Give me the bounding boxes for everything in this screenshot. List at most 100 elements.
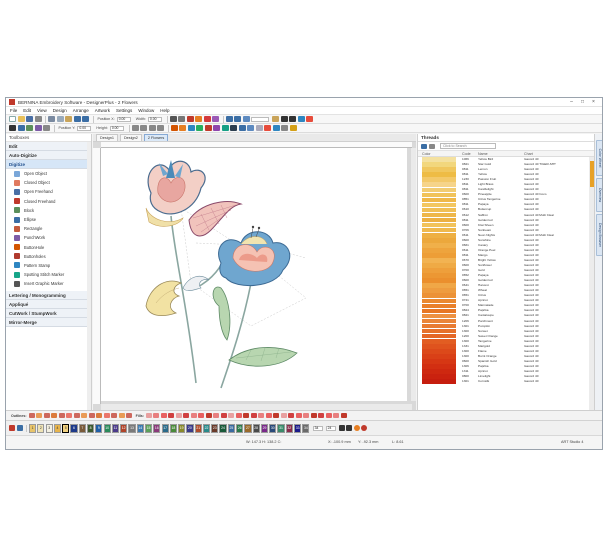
close-button[interactable]: × (588, 99, 599, 105)
palette-color-4[interactable]: 4 (53, 423, 62, 433)
redo-icon[interactable] (82, 116, 89, 122)
menu-artwork[interactable]: Artwork (95, 108, 110, 113)
color-wheel-icon[interactable] (353, 425, 360, 431)
section-edit[interactable]: Edit (6, 142, 91, 151)
remove-color-icon[interactable] (346, 425, 353, 431)
tab-design1[interactable]: Design1 (96, 134, 118, 141)
fill-type-icon[interactable] (273, 413, 280, 418)
palette-color-31[interactable]: 31 (277, 423, 285, 433)
palette-color-13[interactable]: 13 (128, 423, 136, 433)
outline-type-icon[interactable] (73, 413, 80, 418)
design-canvas[interactable] (101, 148, 407, 401)
fill-type-icon[interactable] (145, 413, 152, 418)
palette-icon[interactable] (306, 116, 314, 122)
reshape-icon[interactable] (17, 125, 25, 131)
palette-color-25[interactable]: 25 (227, 423, 235, 433)
section-digitize[interactable]: Digitize (6, 160, 91, 169)
palette-color-11[interactable]: 11 (111, 423, 119, 433)
palette-color-28[interactable]: 28 (252, 423, 260, 433)
align-center-icon[interactable] (140, 125, 148, 131)
view-3d-icon[interactable] (272, 125, 280, 131)
tab-design-browser[interactable]: Design Browser (596, 214, 602, 256)
toolbox-scrollbar[interactable] (87, 142, 91, 411)
open-folder-icon[interactable] (17, 116, 25, 122)
fill-type-icon[interactable] (153, 413, 160, 418)
position-y-field[interactable]: 0.00 (77, 125, 92, 131)
eyedropper-icon[interactable] (9, 425, 15, 431)
col-chart[interactable]: Chart (522, 152, 572, 156)
menu-help[interactable]: Help (160, 108, 169, 113)
color-film-icon[interactable] (195, 116, 203, 122)
fill-type-icon[interactable] (288, 413, 295, 418)
hide-icon[interactable] (281, 125, 289, 131)
palette-color-1[interactable]: 1 (29, 423, 37, 433)
fill-type-icon[interactable] (318, 413, 325, 418)
minimize-button[interactable]: – (566, 99, 577, 105)
section-applique[interactable]: Appliqué (6, 300, 91, 310)
fill-type-icon[interactable] (235, 413, 242, 418)
section-mirror-merge[interactable]: Mirror-Merge (6, 318, 91, 328)
tab-design2[interactable]: Design2 (119, 134, 142, 141)
menu-design[interactable]: Design (53, 108, 67, 113)
pick-color-icon[interactable] (16, 425, 23, 431)
fill-type-icon[interactable] (160, 413, 167, 418)
fill-type-icon[interactable] (175, 413, 182, 418)
palette-color-30[interactable]: 30 (269, 423, 277, 433)
tool-block[interactable]: Block (6, 206, 91, 215)
fill-type-icon[interactable] (243, 413, 250, 418)
outline-type-icon[interactable] (58, 413, 65, 418)
stitch-player-icon[interactable] (169, 116, 177, 122)
hoop-layout-icon[interactable] (238, 125, 246, 131)
col-color[interactable]: Color (418, 152, 456, 156)
select-icon[interactable] (9, 125, 16, 131)
palette-color-16[interactable]: 16 (153, 423, 161, 433)
thread-search-input[interactable]: Click to Search (440, 143, 496, 149)
fill-type-icon[interactable] (325, 413, 332, 418)
tool-spotting-stitch[interactable]: Spotting Stitch Marker (6, 270, 91, 279)
tools-icon[interactable] (178, 116, 186, 122)
fill-type-icon[interactable] (168, 413, 175, 418)
stitch-type-icon[interactable] (170, 125, 178, 131)
palette-color-9[interactable]: 9 (95, 423, 103, 433)
palette-color-19[interactable]: 19 (178, 423, 186, 433)
pan-icon[interactable] (272, 116, 280, 122)
undo-icon[interactable] (73, 116, 81, 122)
next-icon[interactable] (289, 116, 297, 122)
palette-color-33[interactable]: 33 (294, 423, 302, 433)
multi-hoop-icon[interactable] (247, 125, 255, 131)
outline-type-icon[interactable] (103, 413, 110, 418)
outline-type-icon[interactable] (88, 413, 95, 418)
thread-filter-icon[interactable] (428, 143, 435, 149)
outline-type-icon[interactable] (51, 413, 58, 418)
satin-icon[interactable] (179, 125, 187, 131)
outline-type-icon[interactable] (36, 413, 43, 418)
fill-type-icon[interactable] (228, 413, 235, 418)
copy-icon[interactable] (56, 116, 64, 122)
section-lettering[interactable]: Lettering / Monogramming (6, 291, 91, 301)
tool-open-object[interactable]: Open Object (6, 169, 91, 178)
new-file-icon[interactable] (9, 116, 16, 122)
palette-color-6[interactable]: 6 (70, 423, 78, 433)
palette-color-24[interactable]: 24 (219, 423, 227, 433)
fill-type-icon[interactable] (310, 413, 317, 418)
grid-show-icon[interactable] (255, 125, 263, 131)
outline-type-icon[interactable] (96, 413, 103, 418)
cut-icon[interactable] (48, 116, 55, 122)
height-field[interactable]: 0.00 (109, 125, 124, 131)
col-code[interactable]: Code (456, 152, 476, 156)
fill-type-icon[interactable] (198, 413, 205, 418)
fill-type-icon[interactable] (295, 413, 302, 418)
fill-type-icon[interactable] (333, 413, 340, 418)
palette-color-10[interactable]: 10 (103, 423, 111, 433)
tool-closed-freehand[interactable]: Closed Freehand (6, 197, 91, 206)
fill-type-icon[interactable] (205, 413, 212, 418)
thread-row[interactable]: 1301 Cornsilk Isacord 40 (418, 379, 594, 384)
rotate-icon[interactable] (26, 125, 33, 131)
print-icon[interactable] (34, 116, 42, 122)
outline-type-icon[interactable] (28, 413, 35, 418)
monogram-icon[interactable] (230, 125, 238, 131)
threads-scroll-thumb[interactable] (589, 161, 594, 187)
fill-icon[interactable] (187, 125, 195, 131)
motif-icon[interactable] (196, 125, 204, 131)
paste-icon[interactable] (65, 116, 72, 122)
